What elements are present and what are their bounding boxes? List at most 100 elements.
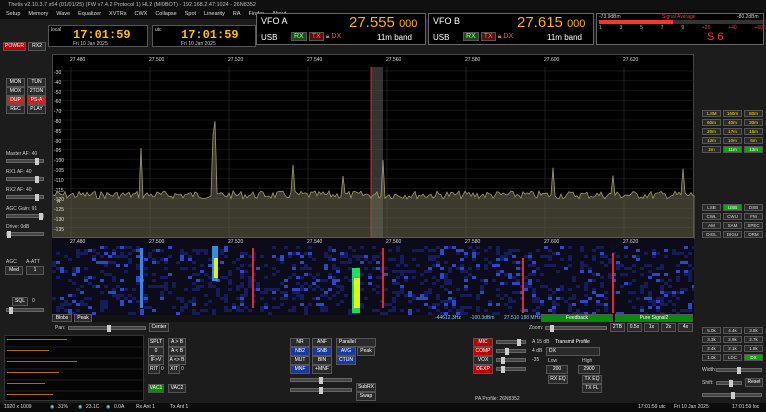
lock-icon[interactable]: 🔒︎ <box>326 33 330 40</box>
band-button-160m[interactable]: 160m <box>723 110 742 117</box>
mode-button-usb[interactable]: USB <box>723 204 742 211</box>
lock-icon[interactable]: 🔒︎ <box>498 33 502 40</box>
rx2-af-slider[interactable] <box>6 194 44 201</box>
play-button[interactable]: PLAY <box>27 105 46 114</box>
width-slider[interactable] <box>716 367 762 374</box>
mode-button-cwl[interactable]: CWL <box>702 213 721 220</box>
mode-button-spec[interactable]: SPEC <box>744 222 763 229</box>
pan-slider[interactable] <box>68 325 146 332</box>
tun-button[interactable]: TUN <box>27 78 46 87</box>
rx2-button[interactable]: RX2 <box>28 42 46 51</box>
b-to-a-button[interactable]: A < B <box>168 347 186 356</box>
spectrum-display[interactable]: A <box>52 54 695 239</box>
zoom-0-5x-button[interactable]: 0.5x <box>627 323 642 332</box>
slider-knob[interactable] <box>550 325 554 332</box>
dexp-slider[interactable] <box>496 366 526 373</box>
rec-button[interactable]: REC <box>6 105 25 114</box>
nb2-button[interactable]: NB2 <box>290 347 310 356</box>
vfo-a-rx[interactable]: RX <box>291 32 307 41</box>
bin-button[interactable]: BIN <box>312 356 332 365</box>
slider-knob[interactable] <box>107 325 111 332</box>
peak-display-button[interactable]: Peak <box>357 347 375 356</box>
vfo-a-frequency[interactable]: 27.555 000 <box>349 14 417 31</box>
slider-knob[interactable] <box>501 357 505 364</box>
comp-slider[interactable] <box>496 348 526 355</box>
split-button[interactable]: SPLT <box>148 338 164 347</box>
dup-button[interactable]: DUP <box>6 96 25 105</box>
vfo-b-dx[interactable]: DX <box>503 33 513 40</box>
mnf-button[interactable]: MNF <box>290 365 310 374</box>
agc-mode-select[interactable]: Med <box>5 266 23 275</box>
reset-button[interactable]: Reset <box>745 378 763 387</box>
avg-button[interactable]: AVG <box>336 347 356 356</box>
band-button-60m[interactable]: 60m <box>702 119 721 126</box>
2ton-button[interactable]: 2TON <box>27 87 46 96</box>
mode-button-digu[interactable]: DIGU <box>723 231 742 238</box>
filter-button-1-0k[interactable]: 1.0k <box>702 354 721 361</box>
display-mode-select[interactable]: Parallel <box>336 338 376 347</box>
ps-a-button[interactable]: PS-A <box>27 96 46 105</box>
vfo-b-rx[interactable]: RX <box>463 32 479 41</box>
filter-button-2-4k[interactable]: 2.4k <box>702 345 721 352</box>
menu-setup[interactable]: Setup <box>6 10 20 19</box>
menu-collapse[interactable]: Collapse <box>155 10 176 19</box>
zoom-4x-button[interactable]: 4x <box>678 323 693 332</box>
band-button-13m[interactable]: 13m <box>744 146 763 153</box>
slider-knob[interactable] <box>319 387 323 394</box>
ctun-button[interactable]: CTUN <box>336 356 356 365</box>
filter-button-2-7k[interactable]: 2.7k <box>744 336 763 343</box>
zoom-1x-button[interactable]: 1x <box>644 323 659 332</box>
slider-knob[interactable] <box>35 158 39 165</box>
mode-button-cwu[interactable]: CWU <box>723 213 742 220</box>
slider-knob[interactable] <box>7 231 11 238</box>
blobs-button[interactable]: Blobs <box>52 314 72 322</box>
zoom-slider[interactable] <box>545 325 607 332</box>
sql-button[interactable]: SQL <box>12 297 28 306</box>
anf-button[interactable]: ANF <box>312 338 332 347</box>
rx-balance-slider[interactable] <box>290 377 352 384</box>
pure-signal-button[interactable]: Pure Signal2 <box>615 314 693 322</box>
menu-cwx[interactable]: CWX <box>134 10 147 19</box>
vox-button[interactable]: VOX <box>473 356 493 365</box>
if-to-v-button[interactable]: IF>V <box>148 356 164 365</box>
swap-button[interactable]: Swap <box>356 392 376 401</box>
dexp-button[interactable]: DEXP <box>473 365 493 374</box>
slider-knob[interactable] <box>729 380 733 387</box>
slider-knob[interactable] <box>505 348 509 355</box>
filter-button-ldc[interactable]: LDC <box>723 354 742 361</box>
transmit-profile-select[interactable]: DX <box>546 347 600 356</box>
filter-button-2-9k[interactable]: 2.9k <box>723 336 742 343</box>
center-button[interactable]: Center <box>149 323 169 332</box>
menu-xvtrs[interactable]: XVTRs <box>109 10 126 19</box>
band-button-80m[interactable]: 80m <box>744 110 763 117</box>
xit-button[interactable]: XIT <box>168 365 180 374</box>
menu-equalizer[interactable]: Equalizer <box>78 10 101 19</box>
zoom-2tb-button[interactable]: 2TB <box>610 323 625 332</box>
menu-linearity[interactable]: Linearity <box>204 10 225 19</box>
band-button-10m[interactable]: 10m <box>723 137 742 144</box>
vac1-button[interactable]: VAC1 <box>148 384 164 393</box>
zoom-2x-button[interactable]: 2x <box>661 323 676 332</box>
aatt-select[interactable]: 1 <box>26 266 44 275</box>
rx-eq-button[interactable]: RX EQ <box>548 375 568 384</box>
band-button-12m[interactable]: 12m <box>702 137 721 144</box>
filter-button-dx[interactable]: DX <box>744 354 763 361</box>
menu-spot[interactable]: Spot <box>185 10 196 19</box>
vfo-b-tx[interactable]: TX <box>480 32 496 41</box>
agc-gain-slider[interactable] <box>6 213 44 220</box>
feedback-button[interactable]: Feedback <box>541 314 613 322</box>
drive-slider[interactable] <box>6 231 44 238</box>
mic-button[interactable]: MIC <box>473 338 493 347</box>
subrx-button[interactable]: SubRX <box>356 383 376 392</box>
slider-knob[interactable] <box>731 392 735 399</box>
waterfall-display[interactable] <box>52 238 694 316</box>
band-button-40m[interactable]: 40m <box>723 119 742 126</box>
filter-button-1-8k[interactable]: 1.8k <box>744 345 763 352</box>
slider-knob[interactable] <box>39 213 43 220</box>
menu-memory[interactable]: Memory <box>28 10 48 19</box>
band-button-15m[interactable]: 15m <box>744 128 763 135</box>
mode-button-digl[interactable]: DIGL <box>702 231 721 238</box>
rit-button[interactable]: RIT <box>148 365 160 374</box>
menu-ra[interactable]: RA <box>233 10 241 19</box>
vfo-a-dx[interactable]: DX <box>331 33 341 40</box>
